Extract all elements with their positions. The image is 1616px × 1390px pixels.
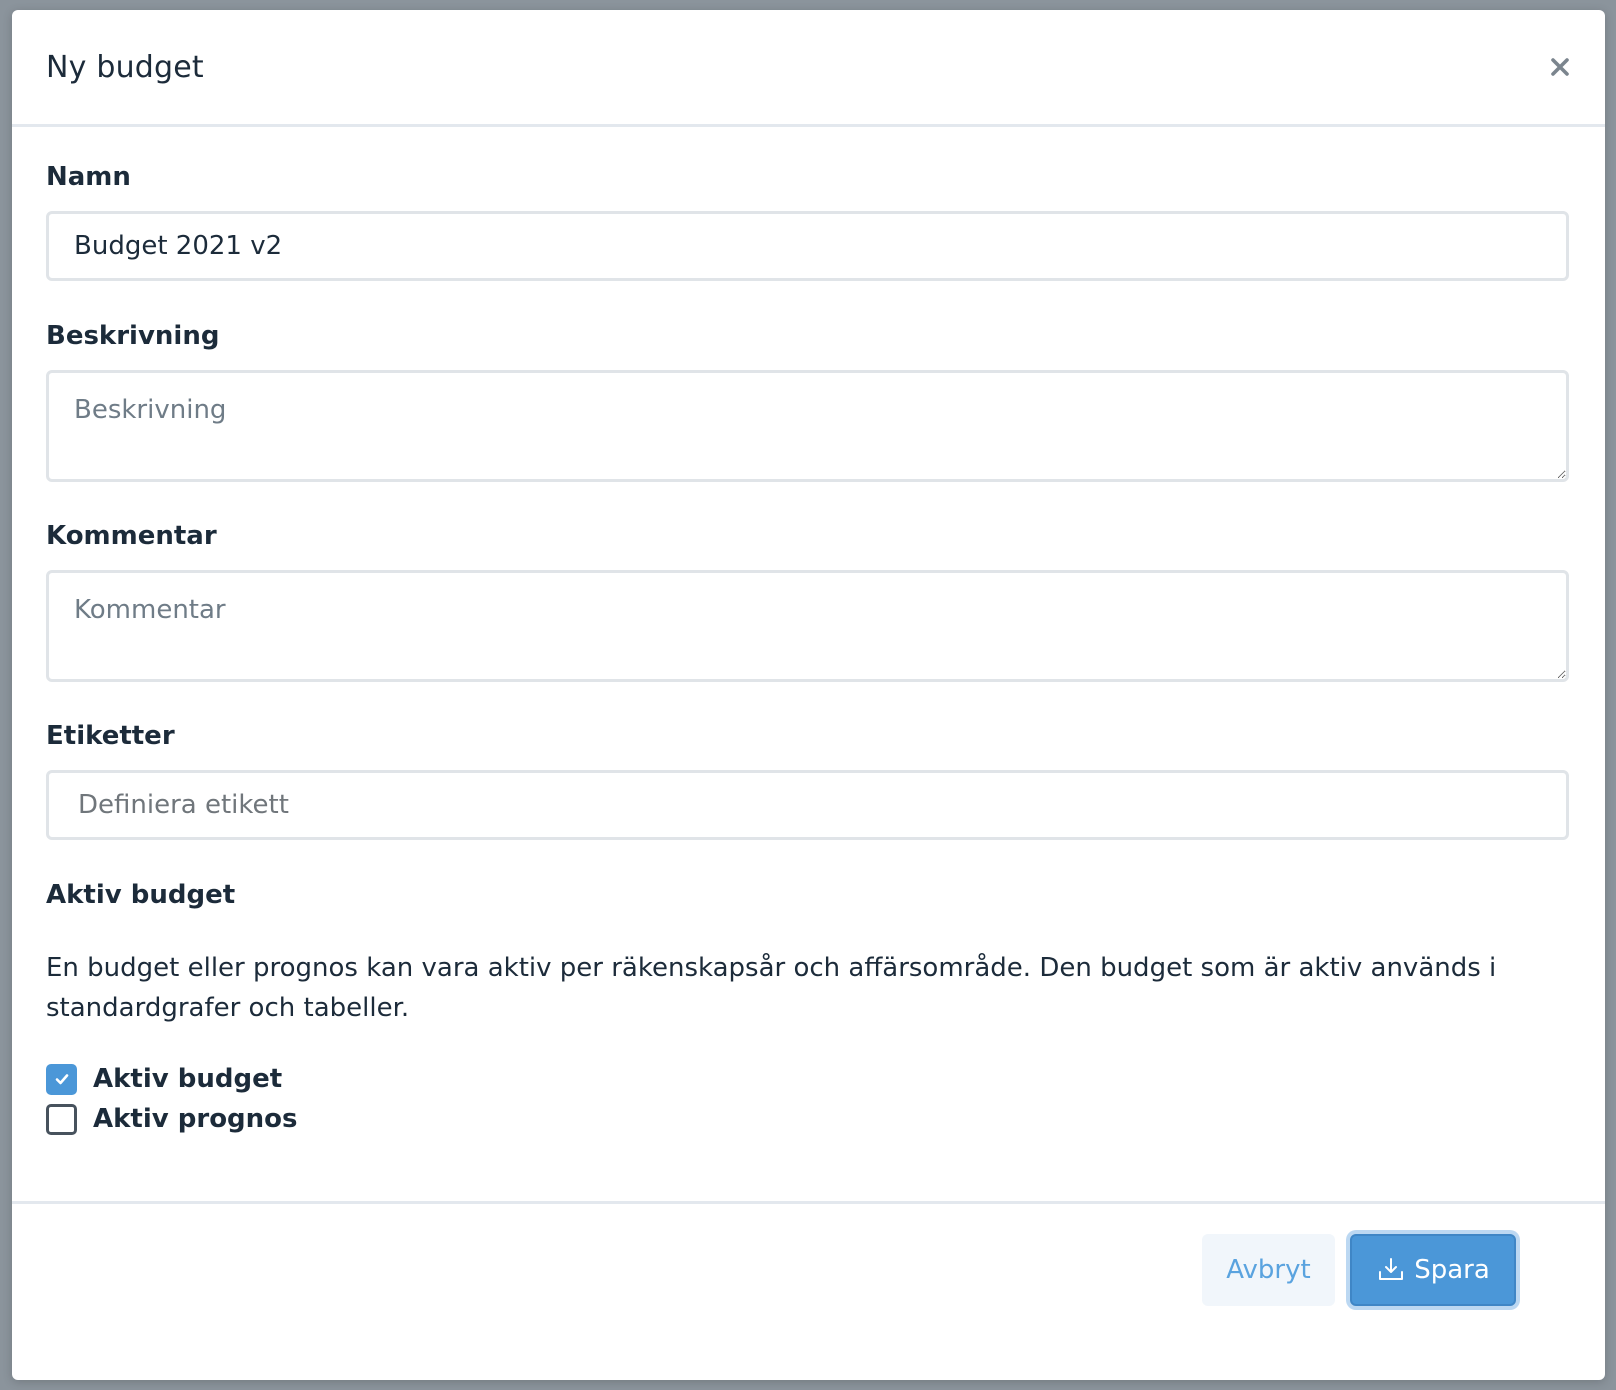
- description-textarea[interactable]: [46, 370, 1569, 482]
- active-forecast-option[interactable]: Aktiv prognos: [46, 1102, 298, 1136]
- modal-footer: Avbryt Spara: [12, 1201, 1605, 1380]
- modal-title: Ny budget: [46, 50, 204, 85]
- save-button[interactable]: Spara: [1350, 1234, 1516, 1306]
- close-icon: [1551, 58, 1569, 80]
- new-budget-modal: Ny budget Namn Beskrivning Kommentar Eti…: [12, 10, 1605, 1380]
- active-budget-checkbox[interactable]: [46, 1063, 77, 1095]
- active-forecast-checkbox-label: Aktiv prognos: [93, 1104, 298, 1134]
- download-icon: [1376, 1257, 1406, 1283]
- comment-textarea[interactable]: [46, 570, 1569, 682]
- active-budget-checkbox-label: Aktiv budget: [93, 1064, 283, 1094]
- cancel-button[interactable]: Avbryt: [1202, 1234, 1335, 1306]
- active-budget-option[interactable]: Aktiv budget: [46, 1062, 282, 1096]
- tags-label: Etiketter: [46, 721, 175, 751]
- active-forecast-checkbox[interactable]: [46, 1103, 77, 1135]
- modal-header: Ny budget: [12, 10, 1605, 127]
- description-label: Beskrivning: [46, 321, 220, 351]
- close-button[interactable]: [1547, 56, 1573, 82]
- checkmark-icon: [55, 1074, 68, 1085]
- active-help-text: En budget eller prognos kan vara aktiv p…: [46, 953, 1497, 1023]
- comment-label: Kommentar: [46, 521, 217, 551]
- save-button-label: Spara: [1414, 1255, 1490, 1285]
- name-input[interactable]: [46, 211, 1569, 281]
- name-label: Namn: [46, 162, 131, 192]
- tags-input[interactable]: [46, 770, 1569, 840]
- active-budget-heading: Aktiv budget: [46, 880, 236, 910]
